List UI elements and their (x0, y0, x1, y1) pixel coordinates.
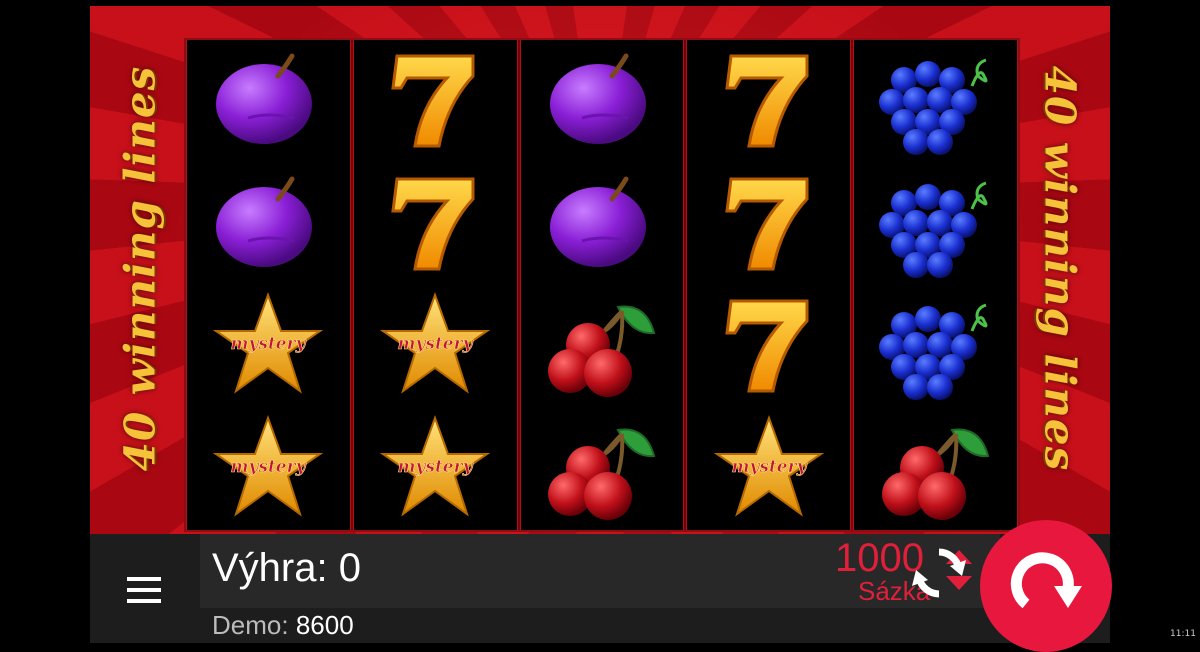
mystery-star-icon: mystery (213, 414, 324, 517)
mystery-label: mystery (231, 457, 307, 477)
mystery-star-icon: mystery (379, 414, 491, 517)
win-panel: Výhra: 0 1000 Sázka (200, 534, 1000, 608)
seven-icon (725, 54, 809, 148)
reel-symbol (854, 163, 1017, 286)
plum-icon (549, 176, 646, 267)
reel-symbol (521, 163, 684, 286)
spin-button[interactable] (980, 520, 1112, 652)
reel-2: mystery mystery (352, 40, 518, 531)
grapes-icon (878, 58, 988, 156)
reel-symbol: mystery (687, 408, 850, 531)
reel-symbol: mystery (354, 408, 517, 531)
side-banner-right: 40 winning lines (1010, 18, 1110, 518)
mystery-star-icon: mystery (713, 414, 825, 517)
reel-symbol (854, 408, 1017, 531)
winning-lines-text-right: 40 winning lines (1035, 65, 1085, 471)
grapes-icon (878, 181, 988, 278)
status-bar-time: 11:11 (1170, 629, 1196, 639)
plum-icon (216, 176, 313, 267)
seven-icon (725, 177, 809, 271)
win-amount: Výhra: 0 (212, 546, 361, 590)
reel-symbol: mystery (187, 285, 350, 408)
side-banner-left: 40 winning lines (90, 18, 190, 518)
reel-symbol (521, 285, 684, 408)
mystery-label: mystery (731, 457, 807, 477)
plum-icon (216, 53, 313, 145)
mystery-label: mystery (398, 334, 474, 354)
demo-balance: Demo: 8600 (212, 610, 354, 641)
mystery-star-icon: mystery (213, 292, 324, 394)
reel-symbol (187, 40, 350, 163)
plum-icon (549, 53, 646, 145)
reel-symbol (854, 285, 1017, 408)
control-bar: Výhra: 0 1000 Sázka Demo: 8600 (90, 520, 1112, 652)
refresh-icon (912, 548, 966, 598)
reel-symbol (354, 40, 517, 163)
mystery-star-icon: mystery (379, 292, 491, 394)
grapes-icon (878, 303, 988, 401)
mystery-label: mystery (398, 457, 474, 477)
seven-icon (391, 177, 475, 271)
spin-arrow-icon (1010, 552, 1082, 609)
reel-symbol (187, 163, 350, 286)
reel-symbol (521, 408, 684, 531)
reel-3 (519, 40, 685, 531)
mystery-label: mystery (231, 334, 307, 354)
autoplay-button[interactable] (910, 544, 968, 602)
winning-lines-text-left: 40 winning lines (115, 65, 165, 471)
reel-symbol: mystery (187, 408, 350, 531)
reel-5 (853, 40, 1018, 530)
cherries-icon (881, 428, 989, 520)
reel-symbol (687, 163, 850, 286)
cherries-icon (547, 305, 656, 398)
seven-icon (391, 54, 475, 148)
reel-1: mystery mystery (186, 40, 351, 530)
reel-symbol (354, 163, 517, 286)
demo-value: 8600 (295, 610, 354, 640)
seven-icon (725, 299, 809, 393)
cherries-icon (547, 428, 656, 520)
reel-4: mystery (686, 40, 852, 531)
reel-symbol (687, 285, 850, 408)
reel-symbol (687, 40, 850, 163)
reel-symbol: mystery (354, 285, 517, 408)
demo-label: Demo: (212, 610, 289, 640)
reels-grid: mystery mystery mystery mystery mystery (184, 38, 1020, 532)
menu-button[interactable] (120, 566, 168, 614)
reel-symbol (854, 40, 1017, 163)
reel-symbol (521, 40, 684, 163)
hamburger-menu-icon (127, 577, 161, 581)
